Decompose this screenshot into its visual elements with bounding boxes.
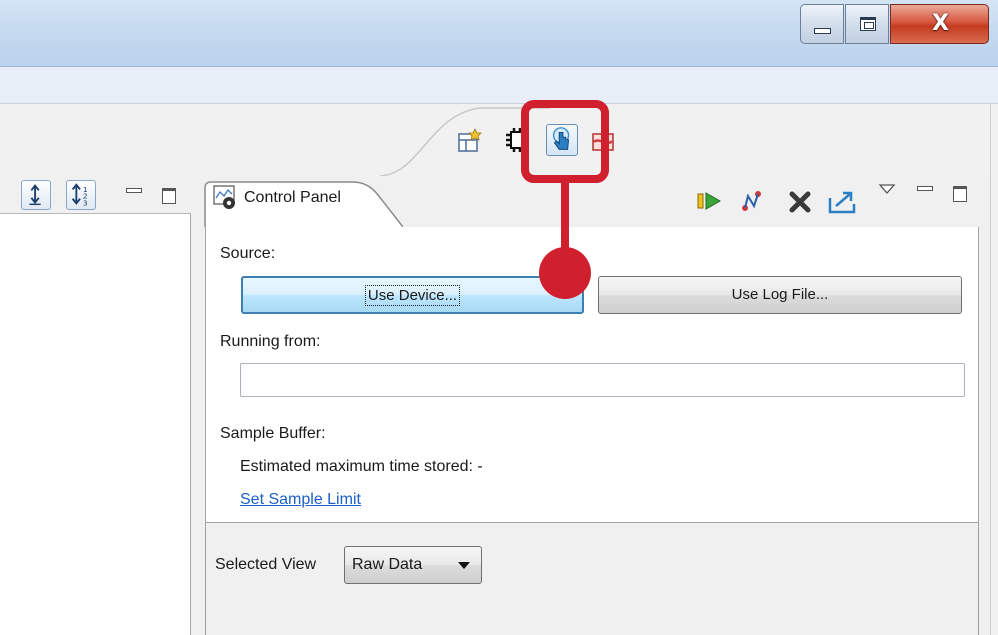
- estimated-time-label: Estimated maximum time stored: -: [240, 458, 483, 475]
- close-window-button[interactable]: X: [890, 4, 989, 44]
- window-right-edge: [990, 104, 998, 635]
- expand-icon: [29, 184, 41, 206]
- maximize-icon[interactable]: [162, 188, 176, 204]
- disconnect-icon[interactable]: [590, 128, 616, 154]
- minimize-window-button[interactable]: [800, 4, 844, 44]
- sort-button[interactable]: 1 2 3: [66, 180, 96, 210]
- control-panel-icon: [213, 185, 235, 209]
- selected-view-value: Raw Data: [352, 556, 423, 573]
- running-from-field[interactable]: [240, 363, 965, 397]
- connect-icon[interactable]: [740, 188, 766, 214]
- tab-control-panel-label: Control Panel: [244, 189, 341, 206]
- close-icon: X: [932, 11, 949, 36]
- maximize-icon[interactable]: [953, 186, 967, 202]
- svg-text:3: 3: [83, 198, 88, 207]
- running-from-label: Running from:: [220, 333, 321, 350]
- export-icon[interactable]: [828, 188, 858, 214]
- maximize-window-button[interactable]: [845, 4, 889, 44]
- use-device-button[interactable]: Use Device...: [241, 276, 584, 314]
- minimize-icon[interactable]: [126, 184, 142, 196]
- menu-bar: [0, 67, 998, 104]
- sort-icon: 1 2 3: [71, 183, 88, 207]
- stop-icon[interactable]: [788, 190, 812, 214]
- layout-icon[interactable]: [457, 128, 483, 154]
- source-label: Source:: [220, 245, 276, 262]
- sample-buffer-label: Sample Buffer:: [220, 425, 326, 442]
- maximize-icon: [860, 17, 876, 31]
- selected-view-label: Selected View: [215, 556, 317, 573]
- chevron-down-icon: [458, 562, 470, 569]
- run-icon[interactable]: [697, 190, 723, 212]
- expand-button[interactable]: [21, 180, 51, 210]
- touch-icon[interactable]: [546, 124, 578, 156]
- use-log-file-button[interactable]: Use Log File...: [598, 276, 962, 314]
- minimize-icon: [814, 28, 831, 34]
- left-view-panel: [0, 176, 191, 635]
- use-device-label: Use Device...: [364, 285, 461, 306]
- view-menu-icon[interactable]: [878, 182, 896, 196]
- control-panel-footer: [205, 523, 979, 635]
- set-sample-limit-link[interactable]: Set Sample Limit: [240, 491, 361, 509]
- minimize-icon[interactable]: [917, 182, 933, 194]
- chip-icon[interactable]: [504, 127, 530, 153]
